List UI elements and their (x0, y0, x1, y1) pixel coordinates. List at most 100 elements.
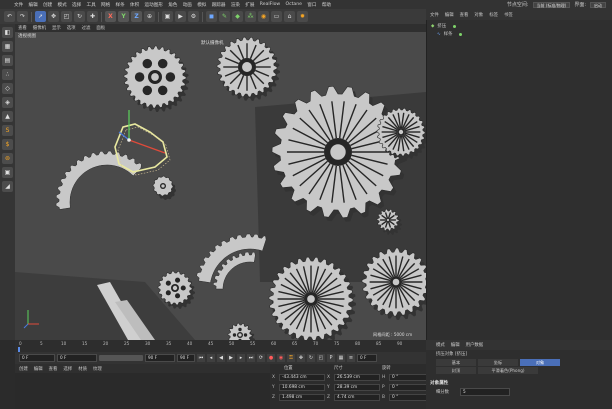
cube-button[interactable]: ◼ (206, 11, 217, 22)
key-scale-button[interactable]: ◰ (317, 354, 325, 362)
deformer-button[interactable]: ◉ (258, 11, 269, 22)
tab-basic[interactable]: 基本 (436, 359, 476, 366)
prev-key-button[interactable]: ◂ (207, 354, 215, 362)
material-list[interactable] (15, 373, 270, 409)
attribute-menu-item[interactable]: 用户数据 (466, 342, 484, 348)
material-menu-item[interactable]: 查看 (49, 366, 58, 372)
menu-item[interactable]: 样条 (116, 2, 125, 8)
viewport-menu-item[interactable]: 面板 (96, 25, 105, 31)
polygons-mode-button[interactable]: ◈ (2, 97, 13, 108)
move-button[interactable]: ✥ (48, 11, 59, 22)
snap-button[interactable]: S (2, 125, 13, 136)
menu-item[interactable]: 编辑 (29, 2, 38, 8)
record-button[interactable]: ● (267, 354, 275, 362)
axis-x-button[interactable]: X (105, 11, 116, 22)
tab-coordinates[interactable]: 坐标 (478, 359, 518, 366)
render-picture-viewer-button[interactable]: ▶ (175, 11, 186, 22)
object-menu-item[interactable]: 对象 (474, 12, 483, 18)
object-row-extrude[interactable]: ◆ 挤压 (431, 23, 457, 29)
perspective-viewport[interactable]: 透视视图 默认摄像机 网格间距 : 5000 cm (15, 32, 426, 340)
key-param-button[interactable]: P (327, 354, 335, 362)
play-button[interactable]: ▶ (227, 354, 235, 362)
viewport-menu-item[interactable]: 过滤 (82, 25, 91, 31)
quantize-button[interactable]: ⊚ (2, 153, 13, 164)
position-z-field[interactable]: 1.498 cm (279, 394, 325, 401)
tab-phong[interactable]: 平滑着色(Phong) (478, 367, 538, 374)
edges-mode-button[interactable]: ◇ (2, 83, 13, 94)
attribute-menu-item[interactable]: 编辑 (451, 342, 460, 348)
menu-item[interactable]: 文件 (14, 2, 23, 8)
points-mode-button[interactable]: ∴ (2, 69, 13, 80)
axis-mode-button[interactable]: ◢ (2, 181, 13, 192)
material-menu-item[interactable]: 编辑 (34, 366, 43, 372)
object-row-spline[interactable]: ∿ 样条 (437, 31, 463, 37)
viewport-menu-item[interactable]: 摄像机 (33, 25, 46, 31)
rotate-button[interactable]: ↻ (74, 11, 85, 22)
menu-item[interactable]: 跟踪器 (212, 2, 226, 8)
workplane-button[interactable]: ▤ (2, 55, 13, 66)
material-menu-item[interactable]: 材质 (78, 366, 87, 372)
object-menu-item[interactable]: 书签 (504, 12, 513, 18)
menu-item[interactable]: 创建 (43, 2, 52, 8)
axis-z-button[interactable]: Z (131, 11, 142, 22)
floor-button[interactable]: ▭ (271, 11, 282, 22)
pen-button[interactable]: ✎ (219, 11, 230, 22)
gizmo-z-axis[interactable] (118, 131, 130, 141)
render-view-button[interactable]: ▣ (162, 11, 173, 22)
make-editable-button[interactable]: ◧ (2, 27, 13, 38)
material-menu-item[interactable]: 选择 (63, 366, 72, 372)
menu-item[interactable]: 扩展 (245, 2, 254, 8)
range-slider[interactable] (99, 355, 143, 361)
lock-workplane-button[interactable]: ▣ (2, 167, 13, 178)
texture-mode-button[interactable]: ▦ (2, 41, 13, 52)
timeline-ruler[interactable]: 0 5 10 15 20 25 30 35 40 45 50 55 60 65 … (15, 340, 426, 352)
viewport-menu-item[interactable]: 查看 (18, 25, 27, 31)
step-forward-button[interactable]: ▸ (237, 354, 245, 362)
go-to-end-button[interactable]: ⏭ (247, 354, 255, 362)
current-frame-field[interactable]: 0 F (19, 354, 55, 362)
step-back-button[interactable]: ◀ (217, 354, 225, 362)
position-y-field[interactable]: 10.698 cm (279, 384, 325, 391)
size-z-field[interactable]: 4.74 cm (334, 394, 380, 401)
recent-tools-button[interactable]: ✚ (87, 11, 98, 22)
visibility-dot[interactable] (453, 24, 457, 28)
menu-item[interactable]: 角色 (168, 2, 177, 8)
loop-button[interactable]: ⟳ (257, 354, 265, 362)
render-settings-button[interactable]: ⚙ (188, 11, 199, 22)
rotation-p-field[interactable]: 0 ° (389, 384, 429, 391)
gizmo-x-axis[interactable] (128, 139, 166, 154)
attribute-menu-item[interactable]: 模式 (436, 342, 445, 348)
size-x-field[interactable]: 26.539 cm (334, 374, 380, 381)
menu-item[interactable]: 模拟 (197, 2, 206, 8)
camera-button[interactable]: ⌂ (284, 11, 295, 22)
viewport-menu-item[interactable]: 选项 (67, 25, 76, 31)
layout-dropdown[interactable]: 启动 (590, 1, 606, 8)
max-frame-field[interactable]: 90 F (177, 354, 195, 362)
material-menu-item[interactable]: 创建 (19, 366, 28, 372)
menu-item[interactable]: 窗口 (307, 2, 316, 8)
light-button[interactable]: ✹ (297, 11, 308, 22)
visibility-dot[interactable] (459, 32, 463, 36)
start-frame-field[interactable]: 0 F (57, 354, 97, 362)
rotation-h-field[interactable]: 0 ° (389, 374, 429, 381)
redo-button[interactable]: ↷ (17, 11, 28, 22)
viewport-menu-item[interactable]: 显示 (52, 25, 61, 31)
key-pla-button[interactable]: ▦ (337, 354, 345, 362)
tab-caps[interactable]: 封顶 (436, 367, 476, 374)
key-position-button[interactable]: ✥ (297, 354, 305, 362)
size-y-field[interactable]: 28.39 cm (334, 384, 380, 391)
menu-item[interactable]: 渲染 (231, 2, 240, 8)
cloner-button[interactable]: ⁂ (245, 11, 256, 22)
undo-button[interactable]: ↶ (4, 11, 15, 22)
coordinate-system-button[interactable]: ⊕ (144, 11, 155, 22)
scale-button[interactable]: ◰ (61, 11, 72, 22)
menu-item[interactable]: RealFlow (260, 2, 280, 7)
key-rotation-button[interactable]: ↻ (307, 354, 315, 362)
node-space-dropdown[interactable]: 当前 (标准/物理) (532, 1, 571, 8)
material-menu-item[interactable]: 纹理 (93, 366, 102, 372)
subdivision-button[interactable]: ◆ (232, 11, 243, 22)
keyframe-selection-button[interactable]: ⚿ (287, 354, 295, 362)
rotation-b-field[interactable]: 0 ° (389, 394, 429, 401)
menu-item[interactable]: 帮助 (322, 2, 331, 8)
position-x-field[interactable]: -43.443 cm (279, 374, 325, 381)
